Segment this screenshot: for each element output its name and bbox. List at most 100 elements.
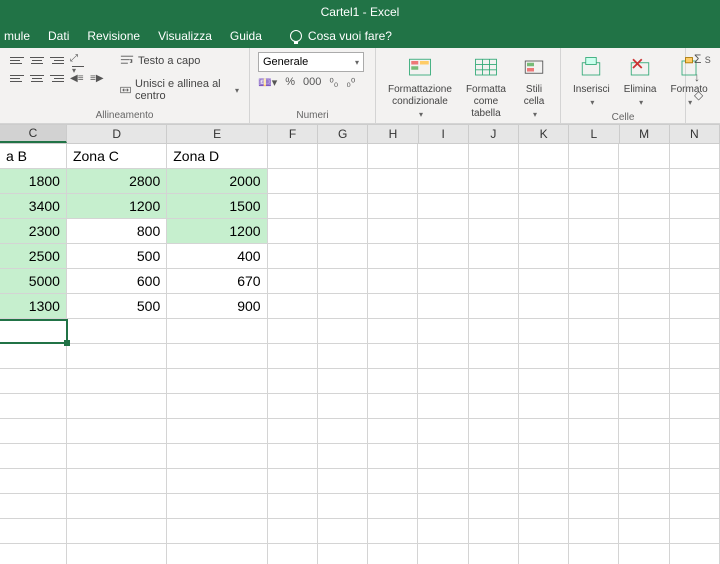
cell[interactable] (167, 394, 267, 419)
cell[interactable] (670, 544, 720, 564)
cell[interactable]: 800 (67, 219, 167, 244)
cell[interactable] (368, 319, 418, 344)
cell[interactable] (619, 244, 669, 269)
cell[interactable] (318, 194, 368, 219)
cell[interactable]: 600 (67, 269, 167, 294)
cell[interactable] (418, 219, 468, 244)
cell[interactable] (368, 194, 418, 219)
cell[interactable] (418, 294, 468, 319)
cell[interactable] (418, 394, 468, 419)
cell[interactable] (268, 194, 318, 219)
cell[interactable] (469, 394, 519, 419)
cell[interactable] (519, 319, 569, 344)
cell[interactable] (619, 344, 669, 369)
col-header-F[interactable]: F (268, 124, 318, 143)
cell[interactable] (569, 244, 619, 269)
cell[interactable] (670, 219, 720, 244)
cell[interactable] (619, 294, 669, 319)
cell[interactable] (418, 469, 468, 494)
cell[interactable] (368, 394, 418, 419)
cell[interactable] (368, 344, 418, 369)
cell[interactable] (268, 519, 318, 544)
cell[interactable] (368, 219, 418, 244)
menu-formulas[interactable]: mule (4, 29, 30, 43)
cell[interactable] (670, 369, 720, 394)
cell[interactable]: 5000 (0, 269, 67, 294)
cell[interactable] (469, 469, 519, 494)
cell[interactable] (0, 319, 67, 344)
cell[interactable] (368, 494, 418, 519)
selection-handle[interactable] (64, 340, 70, 346)
cell[interactable] (318, 144, 368, 169)
menu-view[interactable]: Visualizza (158, 29, 212, 43)
cell[interactable] (318, 269, 368, 294)
align-left[interactable] (8, 70, 26, 86)
align-right[interactable] (48, 70, 66, 86)
cell[interactable]: 900 (167, 294, 267, 319)
cell[interactable] (469, 444, 519, 469)
cell[interactable] (670, 344, 720, 369)
cell[interactable] (0, 444, 67, 469)
cell[interactable] (67, 369, 167, 394)
cell[interactable]: 2500 (0, 244, 67, 269)
cell[interactable] (318, 344, 368, 369)
cell[interactable] (67, 394, 167, 419)
cell[interactable] (418, 169, 468, 194)
cell[interactable] (0, 494, 67, 519)
col-header-L[interactable]: L (569, 124, 619, 143)
cell[interactable] (670, 319, 720, 344)
cell[interactable] (519, 244, 569, 269)
format-as-table-button[interactable]: Formatta come tabella▾ (462, 52, 510, 134)
cell[interactable]: 1200 (67, 194, 167, 219)
cell[interactable]: 500 (67, 244, 167, 269)
cell[interactable] (0, 419, 67, 444)
col-header-E[interactable]: E (167, 124, 267, 143)
cell[interactable] (569, 394, 619, 419)
cell[interactable] (619, 519, 669, 544)
cell[interactable] (368, 269, 418, 294)
cell[interactable] (519, 544, 569, 564)
cell[interactable] (670, 419, 720, 444)
percent-button[interactable]: % (285, 76, 295, 89)
cell[interactable]: 670 (167, 269, 267, 294)
cell[interactable] (368, 469, 418, 494)
align-center[interactable] (28, 70, 46, 86)
col-header-D[interactable]: D (67, 124, 167, 143)
cell[interactable] (519, 169, 569, 194)
cell[interactable]: Zona D (167, 144, 267, 169)
thousands-button[interactable]: 000 (303, 76, 321, 89)
cell[interactable] (418, 244, 468, 269)
cell[interactable] (569, 194, 619, 219)
cell[interactable] (368, 244, 418, 269)
cell[interactable] (469, 269, 519, 294)
cell[interactable] (67, 494, 167, 519)
cell[interactable]: 2800 (67, 169, 167, 194)
col-header-C[interactable]: C (0, 124, 67, 143)
cell[interactable] (619, 544, 669, 564)
align-top-left[interactable] (8, 52, 26, 68)
cell[interactable] (519, 369, 569, 394)
cell[interactable] (619, 469, 669, 494)
cell[interactable] (0, 544, 67, 564)
cell[interactable] (569, 144, 619, 169)
cell[interactable] (268, 269, 318, 294)
cell[interactable] (368, 169, 418, 194)
cell[interactable] (469, 419, 519, 444)
cell[interactable] (0, 369, 67, 394)
menu-review[interactable]: Revisione (87, 29, 140, 43)
cell[interactable] (67, 319, 167, 344)
cell[interactable] (619, 394, 669, 419)
cell[interactable] (519, 269, 569, 294)
cell[interactable]: 1200 (167, 219, 267, 244)
cell[interactable] (368, 294, 418, 319)
cell[interactable] (167, 544, 267, 564)
cell[interactable] (569, 444, 619, 469)
cell[interactable] (670, 444, 720, 469)
tell-me[interactable]: Cosa vuoi fare? (290, 29, 392, 43)
cell[interactable] (619, 319, 669, 344)
col-header-H[interactable]: H (368, 124, 418, 143)
cell[interactable] (67, 519, 167, 544)
cell[interactable] (519, 519, 569, 544)
cell[interactable] (67, 544, 167, 564)
cell[interactable] (368, 519, 418, 544)
